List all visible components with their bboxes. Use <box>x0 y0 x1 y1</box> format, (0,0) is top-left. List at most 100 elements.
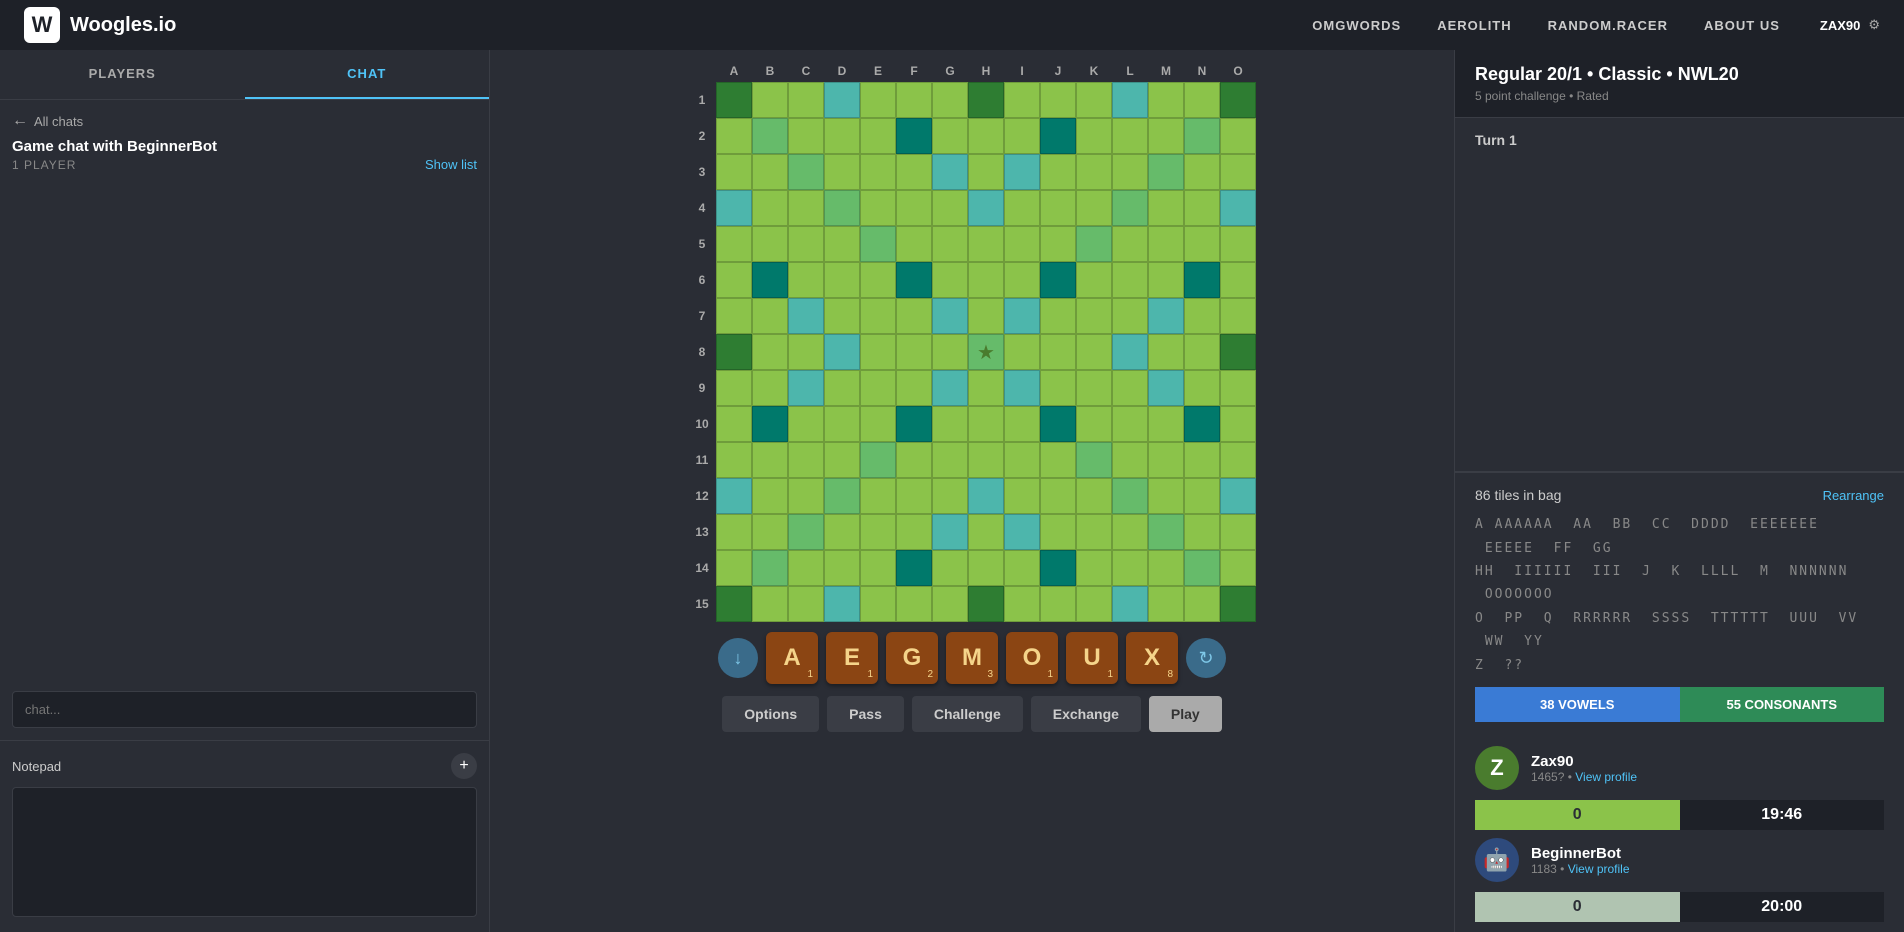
board-cell-10-N[interactable] <box>1184 406 1220 442</box>
board-cell-5-L[interactable] <box>1112 226 1148 262</box>
board-cell-15-H[interactable] <box>968 586 1004 622</box>
board-cell-10-I[interactable] <box>1004 406 1040 442</box>
board-cell-14-D[interactable] <box>824 550 860 586</box>
board-cell-11-N[interactable] <box>1184 442 1220 478</box>
board-cell-8-C[interactable] <box>788 334 824 370</box>
board-cell-4-K[interactable] <box>1076 190 1112 226</box>
board-cell-3-A[interactable] <box>716 154 752 190</box>
board-cell-2-F[interactable] <box>896 118 932 154</box>
add-notepad-button[interactable]: + <box>451 753 477 779</box>
board-cell-8-M[interactable] <box>1148 334 1184 370</box>
board-cell-15-K[interactable] <box>1076 586 1112 622</box>
board-cell-7-H[interactable] <box>968 298 1004 334</box>
board-cell-14-M[interactable] <box>1148 550 1184 586</box>
board-cell-7-C[interactable] <box>788 298 824 334</box>
board-cell-2-K[interactable] <box>1076 118 1112 154</box>
board-cell-2-H[interactable] <box>968 118 1004 154</box>
board-cell-5-O[interactable] <box>1220 226 1256 262</box>
board-cell-9-K[interactable] <box>1076 370 1112 406</box>
board-cell-1-L[interactable] <box>1112 82 1148 118</box>
board-cell-10-O[interactable] <box>1220 406 1256 442</box>
board-cell-2-B[interactable] <box>752 118 788 154</box>
board-cell-10-K[interactable] <box>1076 406 1112 442</box>
board-cell-4-F[interactable] <box>896 190 932 226</box>
board-cell-9-I[interactable] <box>1004 370 1040 406</box>
board-cell-4-A[interactable] <box>716 190 752 226</box>
board-cell-5-E[interactable] <box>860 226 896 262</box>
board-cell-8-K[interactable] <box>1076 334 1112 370</box>
board-cell-2-C[interactable] <box>788 118 824 154</box>
board-cell-3-C[interactable] <box>788 154 824 190</box>
board-cell-6-G[interactable] <box>932 262 968 298</box>
board-cell-15-L[interactable] <box>1112 586 1148 622</box>
board-cell-1-E[interactable] <box>860 82 896 118</box>
board-cell-9-N[interactable] <box>1184 370 1220 406</box>
board-cell-15-D[interactable] <box>824 586 860 622</box>
board-cell-13-M[interactable] <box>1148 514 1184 550</box>
rack-down-button[interactable]: ↓ <box>718 638 758 678</box>
board-cell-1-N[interactable] <box>1184 82 1220 118</box>
rack-shuffle-button[interactable]: ↻ <box>1186 638 1226 678</box>
board-cell-15-G[interactable] <box>932 586 968 622</box>
board-cell-8-B[interactable] <box>752 334 788 370</box>
board-cell-2-L[interactable] <box>1112 118 1148 154</box>
board-cell-3-M[interactable] <box>1148 154 1184 190</box>
tile-u[interactable]: U 1 <box>1066 632 1118 684</box>
board-cell-12-M[interactable] <box>1148 478 1184 514</box>
play-button[interactable]: Play <box>1149 696 1222 732</box>
board-cell-12-F[interactable] <box>896 478 932 514</box>
board-cell-3-D[interactable] <box>824 154 860 190</box>
exchange-button[interactable]: Exchange <box>1031 696 1141 732</box>
board-cell-7-D[interactable] <box>824 298 860 334</box>
consonants-button[interactable]: 55 CONSONANTS <box>1680 687 1885 722</box>
board-cell-9-H[interactable] <box>968 370 1004 406</box>
board-cell-15-A[interactable] <box>716 586 752 622</box>
board-cell-12-I[interactable] <box>1004 478 1040 514</box>
board-cell-13-N[interactable] <box>1184 514 1220 550</box>
board-cell-10-A[interactable] <box>716 406 752 442</box>
board-cell-13-D[interactable] <box>824 514 860 550</box>
board-cell-7-K[interactable] <box>1076 298 1112 334</box>
board-cell-4-C[interactable] <box>788 190 824 226</box>
board-cell-6-L[interactable] <box>1112 262 1148 298</box>
board-cell-13-H[interactable] <box>968 514 1004 550</box>
nav-random-racer[interactable]: RANDOM.RACER <box>1548 18 1668 33</box>
board-cell-8-E[interactable] <box>860 334 896 370</box>
board-cell-15-M[interactable] <box>1148 586 1184 622</box>
board-cell-5-H[interactable] <box>968 226 1004 262</box>
board-cell-3-K[interactable] <box>1076 154 1112 190</box>
board-cell-2-O[interactable] <box>1220 118 1256 154</box>
board-cell-4-N[interactable] <box>1184 190 1220 226</box>
board-cell-5-J[interactable] <box>1040 226 1076 262</box>
tile-o[interactable]: O 1 <box>1006 632 1058 684</box>
board-cell-11-O[interactable] <box>1220 442 1256 478</box>
board-cell-11-A[interactable] <box>716 442 752 478</box>
board-cell-12-A[interactable] <box>716 478 752 514</box>
board-cell-7-G[interactable] <box>932 298 968 334</box>
board-cell-8-A[interactable] <box>716 334 752 370</box>
board-cell-6-B[interactable] <box>752 262 788 298</box>
board-cell-15-C[interactable] <box>788 586 824 622</box>
board-cell-15-N[interactable] <box>1184 586 1220 622</box>
board-cell-15-F[interactable] <box>896 586 932 622</box>
board-cell-1-J[interactable] <box>1040 82 1076 118</box>
board-cell-14-L[interactable] <box>1112 550 1148 586</box>
board-cell-9-C[interactable] <box>788 370 824 406</box>
board-cell-5-K[interactable] <box>1076 226 1112 262</box>
board-cell-1-M[interactable] <box>1148 82 1184 118</box>
board-cell-13-O[interactable] <box>1220 514 1256 550</box>
board-cell-9-O[interactable] <box>1220 370 1256 406</box>
board-cell-13-A[interactable] <box>716 514 752 550</box>
board-cell-2-M[interactable] <box>1148 118 1184 154</box>
board-cell-3-I[interactable] <box>1004 154 1040 190</box>
board-cell-13-C[interactable] <box>788 514 824 550</box>
board-cell-1-B[interactable] <box>752 82 788 118</box>
board-cell-5-D[interactable] <box>824 226 860 262</box>
board-cell-1-F[interactable] <box>896 82 932 118</box>
board-cell-11-M[interactable] <box>1148 442 1184 478</box>
board-cell-14-F[interactable] <box>896 550 932 586</box>
board-cell-8-J[interactable] <box>1040 334 1076 370</box>
board-cell-1-K[interactable] <box>1076 82 1112 118</box>
board-cell-15-I[interactable] <box>1004 586 1040 622</box>
board-cell-4-H[interactable] <box>968 190 1004 226</box>
